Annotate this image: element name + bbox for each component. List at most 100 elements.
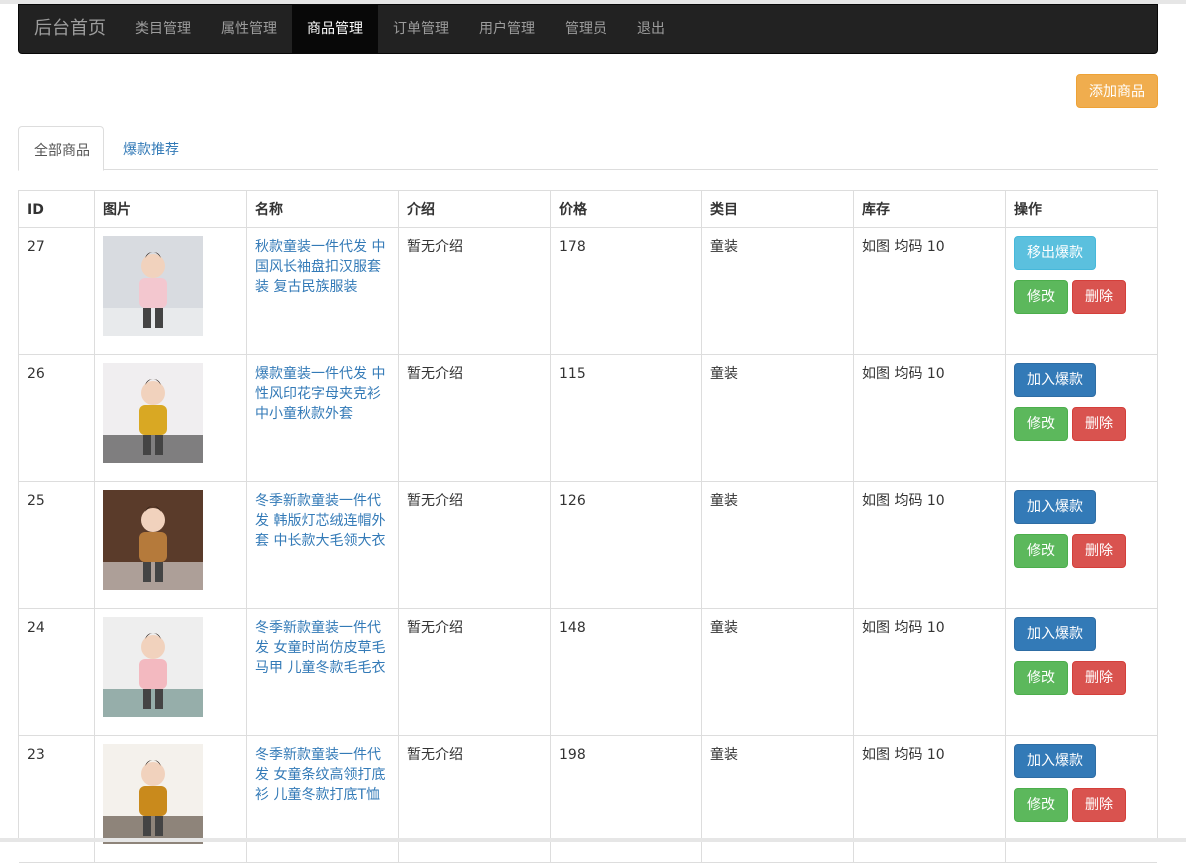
product-stock: 如图 均码 10: [862, 493, 945, 509]
add-hot-button[interactable]: 加入爆款: [1014, 490, 1096, 524]
product-thumbnail[interactable]: [103, 236, 203, 336]
cell-image: [95, 736, 247, 862]
cell-name: 冬季新款童装一件代发 女童条纹高领打底衫 儿童冬款打底T恤: [247, 736, 399, 862]
product-intro: 暂无介绍: [407, 620, 463, 636]
cell-id: 24: [19, 609, 95, 735]
product-thumbnail[interactable]: [103, 363, 203, 463]
product-thumbnail[interactable]: [103, 744, 203, 844]
add-hot-button[interactable]: 加入爆款: [1014, 363, 1096, 397]
table-header-row: ID 图片 名称 介绍 价格 类目 库存 操作: [19, 191, 1157, 228]
delete-button[interactable]: 删除: [1072, 661, 1126, 695]
cell-actions: 加入爆款 修改 删除: [1006, 736, 1157, 862]
product-name-link[interactable]: 爆款童装一件代发 中性风印花字母夹克衫 中小童秋款外套: [255, 364, 390, 424]
cell-stock: 如图 均码 10: [854, 228, 1006, 354]
cell-stock: 如图 均码 10: [854, 482, 1006, 608]
product-tabs: 全部商品 爆款推荐: [18, 126, 1158, 171]
cell-id: 27: [19, 228, 95, 354]
nav-item-category[interactable]: 类目管理: [120, 5, 206, 53]
product-name-link[interactable]: 冬季新款童装一件代发 韩版灯芯绒连帽外套 中长款大毛领大衣: [255, 491, 390, 551]
product-stock: 如图 均码 10: [862, 366, 945, 382]
cell-image: [95, 609, 247, 735]
product-intro: 暂无介绍: [407, 366, 463, 382]
nav-item-product[interactable]: 商品管理: [292, 5, 378, 53]
header-name: 名称: [247, 191, 399, 227]
edit-button[interactable]: 修改: [1014, 534, 1068, 568]
cell-intro: 暂无介绍: [399, 228, 551, 354]
tab-hot-recommend[interactable]: 爆款推荐: [108, 126, 194, 170]
product-thumbnail[interactable]: [103, 617, 203, 717]
cell-id: 26: [19, 355, 95, 481]
delete-button[interactable]: 删除: [1072, 788, 1126, 822]
cell-id: 25: [19, 482, 95, 608]
admin-navbar: 后台首页 类目管理 属性管理 商品管理 订单管理 用户管理 管理员 退出: [18, 4, 1158, 54]
table-row: 26 爆款童装一件代发 中性风印花字母夹克衫 中小童秋款外套 暂无介绍 115 …: [19, 355, 1157, 482]
add-product-button[interactable]: 添加商品: [1076, 74, 1158, 108]
product-stock: 如图 均码 10: [862, 620, 945, 636]
row-id: 25: [27, 493, 45, 509]
cell-price: 178: [551, 228, 702, 354]
nav-item-attribute[interactable]: 属性管理: [206, 5, 292, 53]
cell-id: 23: [19, 736, 95, 862]
row-id: 24: [27, 620, 45, 636]
product-price: 115: [559, 366, 586, 382]
cell-name: 冬季新款童装一件代发 韩版灯芯绒连帽外套 中长款大毛领大衣: [247, 482, 399, 608]
row-id: 27: [27, 239, 45, 255]
delete-button[interactable]: 删除: [1072, 280, 1126, 314]
product-thumbnail[interactable]: [103, 490, 203, 590]
cell-stock: 如图 均码 10: [854, 736, 1006, 862]
delete-button[interactable]: 删除: [1072, 534, 1126, 568]
table-row: 27 秋款童装一件代发 中国风长袖盘扣汉服套装 复古民族服装 暂无介绍 178 …: [19, 228, 1157, 355]
product-category: 童装: [710, 747, 738, 763]
cell-price: 126: [551, 482, 702, 608]
nav-item-user[interactable]: 用户管理: [464, 5, 550, 53]
cell-stock: 如图 均码 10: [854, 609, 1006, 735]
product-name-link[interactable]: 冬季新款童装一件代发 女童时尚仿皮草毛马甲 儿童冬款毛毛衣: [255, 618, 390, 678]
cell-name: 秋款童装一件代发 中国风长袖盘扣汉服套装 复古民族服装: [247, 228, 399, 354]
nav-item-logout[interactable]: 退出: [622, 5, 680, 53]
cell-actions: 移出爆款 修改 删除: [1006, 228, 1157, 354]
product-price: 178: [559, 239, 586, 255]
cell-price: 198: [551, 736, 702, 862]
edit-button[interactable]: 修改: [1014, 788, 1068, 822]
cell-stock: 如图 均码 10: [854, 355, 1006, 481]
product-price: 198: [559, 747, 586, 763]
edit-button[interactable]: 修改: [1014, 280, 1068, 314]
product-category: 童装: [710, 493, 738, 509]
cell-intro: 暂无介绍: [399, 609, 551, 735]
tab-all-products[interactable]: 全部商品: [18, 126, 104, 171]
cell-price: 115: [551, 355, 702, 481]
product-name-link[interactable]: 秋款童装一件代发 中国风长袖盘扣汉服套装 复古民族服装: [255, 237, 390, 297]
edit-button[interactable]: 修改: [1014, 661, 1068, 695]
cell-category: 童装: [702, 228, 854, 354]
navbar-brand[interactable]: 后台首页: [19, 5, 120, 53]
bottom-scrollbar-edge: [0, 838, 1186, 842]
table-row: 24 冬季新款童装一件代发 女童时尚仿皮草毛马甲 儿童冬款毛毛衣 暂无介绍 14…: [19, 609, 1157, 736]
remove-hot-button[interactable]: 移出爆款: [1014, 236, 1096, 270]
cell-image: [95, 355, 247, 481]
product-name-link[interactable]: 冬季新款童装一件代发 女童条纹高领打底衫 儿童冬款打底T恤: [255, 745, 390, 805]
product-intro: 暂无介绍: [407, 239, 463, 255]
cell-category: 童装: [702, 736, 854, 862]
cell-name: 爆款童装一件代发 中性风印花字母夹克衫 中小童秋款外套: [247, 355, 399, 481]
delete-button[interactable]: 删除: [1072, 407, 1126, 441]
nav-item-order[interactable]: 订单管理: [378, 5, 464, 53]
header-price: 价格: [551, 191, 702, 227]
cell-name: 冬季新款童装一件代发 女童时尚仿皮草毛马甲 儿童冬款毛毛衣: [247, 609, 399, 735]
product-category: 童装: [710, 366, 738, 382]
product-stock: 如图 均码 10: [862, 239, 945, 255]
row-id: 26: [27, 366, 45, 382]
cell-price: 148: [551, 609, 702, 735]
nav-item-admin[interactable]: 管理员: [550, 5, 622, 53]
cell-image: [95, 482, 247, 608]
product-intro: 暂无介绍: [407, 747, 463, 763]
product-category: 童装: [710, 239, 738, 255]
header-stock: 库存: [854, 191, 1006, 227]
header-category: 类目: [702, 191, 854, 227]
header-id: ID: [19, 191, 95, 227]
table-row: 25 冬季新款童装一件代发 韩版灯芯绒连帽外套 中长款大毛领大衣 暂无介绍 12…: [19, 482, 1157, 609]
cell-intro: 暂无介绍: [399, 736, 551, 862]
add-hot-button[interactable]: 加入爆款: [1014, 744, 1096, 778]
cell-actions: 加入爆款 修改 删除: [1006, 355, 1157, 481]
add-hot-button[interactable]: 加入爆款: [1014, 617, 1096, 651]
edit-button[interactable]: 修改: [1014, 407, 1068, 441]
